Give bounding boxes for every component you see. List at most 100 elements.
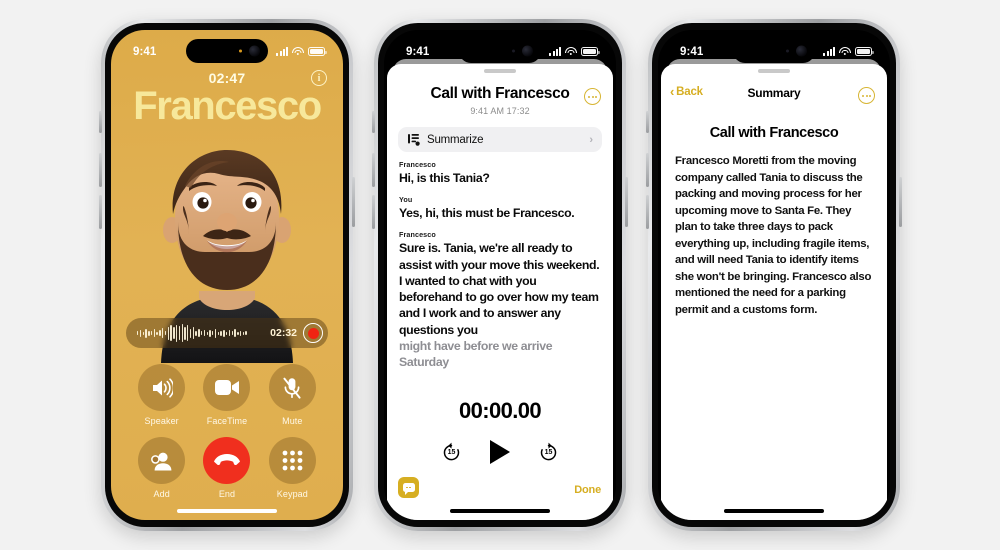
page-title: Call with Francesco	[430, 85, 570, 102]
transcript-text: Yes, hi, this must be Francesco.	[399, 206, 575, 221]
volume-down-button[interactable]	[99, 195, 102, 229]
dynamic-island	[186, 39, 268, 63]
phone-device-transcript: 9:41 Call with Francesco 9:41 AM 17:32 S…	[372, 19, 628, 531]
volume-down-button[interactable]	[372, 195, 375, 229]
add-call-button[interactable]: Add	[129, 437, 194, 499]
battery-icon	[855, 47, 874, 56]
sheet-drag-handle[interactable]	[758, 69, 790, 73]
home-indicator[interactable]	[724, 509, 824, 513]
facetime-button[interactable]: FaceTime	[194, 364, 259, 426]
more-ellipsis-icon[interactable]	[584, 88, 601, 105]
volume-down-button[interactable]	[646, 195, 649, 229]
play-icon[interactable]	[490, 440, 510, 464]
dynamic-island	[733, 39, 815, 63]
wifi-icon	[292, 47, 304, 56]
screenshot-root: 9:41 02:47 Francesco i 02:32 Speaker Fac…	[0, 0, 1000, 550]
volume-up-button[interactable]	[646, 153, 649, 187]
silent-switch[interactable]	[646, 111, 649, 133]
transcript-text-faded: might have before we arrive Saturday	[399, 338, 553, 369]
volume-up-button[interactable]	[372, 153, 375, 187]
call-meta: 9:41 AM 17:32	[470, 106, 530, 116]
add-label: Add	[153, 489, 170, 499]
video-camera-icon	[203, 364, 251, 411]
speaker-name: Francesco	[399, 160, 436, 169]
add-call-icon	[138, 437, 186, 484]
record-button[interactable]	[303, 323, 323, 343]
wifi-icon	[565, 47, 577, 56]
status-time: 9:41	[406, 45, 430, 58]
chat-bubble-shape	[402, 483, 415, 495]
silent-switch[interactable]	[99, 111, 102, 133]
chevron-left-icon: ‹	[670, 84, 675, 99]
home-indicator[interactable]	[450, 509, 550, 513]
done-button[interactable]: Done	[574, 484, 601, 496]
front-camera-icon	[249, 45, 260, 57]
silent-switch[interactable]	[372, 111, 375, 133]
player-controls: 15 15	[387, 440, 613, 464]
transcript-list: Francesco Hi, is this Tania? You Yes, hi…	[387, 152, 613, 370]
transcript-entry: You Yes, hi, this must be Francesco.	[399, 195, 601, 221]
status-indicators	[549, 47, 600, 56]
back-label: Back	[676, 85, 703, 98]
keypad-icon	[268, 437, 316, 484]
end-call-icon	[203, 437, 251, 484]
speaker-label: Speaker	[144, 416, 179, 426]
navigation-bar: ‹ Back Summary	[661, 83, 887, 109]
volume-up-button[interactable]	[99, 153, 102, 187]
cellular-signal-icon	[276, 47, 288, 56]
indicator-dot	[786, 49, 789, 53]
phone-device-summary: 9:41 ‹ Back Summary Call with Francesco …	[646, 19, 902, 531]
call-controls: Speaker FaceTime Mute Add End Keypad	[129, 364, 325, 499]
summarize-button[interactable]: Summarize ›	[398, 127, 602, 152]
playback-time: 00:00.00	[458, 398, 542, 423]
phone-device-in-call: 9:41 02:47 Francesco i 02:32 Speaker Fac…	[99, 19, 355, 531]
battery-icon	[581, 47, 600, 56]
summarize-label: Summarize	[427, 133, 484, 146]
front-camera-icon	[796, 45, 807, 57]
power-button[interactable]	[625, 177, 628, 227]
dynamic-island	[459, 39, 541, 63]
screen-summary: 9:41 ‹ Back Summary Call with Francesco …	[658, 30, 890, 520]
mute-label: Mute	[282, 416, 303, 426]
power-button[interactable]	[352, 177, 355, 227]
power-button[interactable]	[899, 177, 902, 227]
wifi-icon	[839, 47, 851, 56]
document-summary-icon	[408, 134, 420, 146]
status-time: 9:41	[680, 45, 704, 58]
phone-bezel: 9:41 02:47 Francesco i 02:32 Speaker Fac…	[105, 23, 349, 527]
skip-forward-15-icon[interactable]: 15	[538, 442, 559, 463]
screen-in-call: 9:41 02:47 Francesco i 02:32 Speaker Fac…	[111, 30, 343, 520]
cellular-signal-icon	[549, 47, 561, 56]
speaker-icon	[138, 364, 186, 411]
caller-name: Francesco	[133, 84, 322, 128]
recording-bar[interactable]: 02:32	[126, 318, 328, 348]
home-indicator[interactable]	[177, 509, 277, 513]
transcript-text: Hi, is this Tania?	[399, 171, 490, 185]
phone-bezel: 9:41 ‹ Back Summary Call with Francesco …	[652, 23, 896, 527]
chat-bubble-icon[interactable]	[398, 477, 419, 498]
end-call-button[interactable]: End	[194, 437, 259, 499]
speaker-name: Francesco	[399, 230, 436, 240]
sheet-drag-handle[interactable]	[484, 69, 516, 73]
transcript-sheet: Call with Francesco 9:41 AM 17:32 Summar…	[387, 64, 613, 520]
end-label: End	[218, 489, 236, 499]
speaker-button[interactable]: Speaker	[129, 364, 194, 426]
back-button[interactable]: ‹ Back	[670, 85, 703, 98]
skip-back-15-icon[interactable]: 15	[441, 442, 462, 463]
screen-transcript: 9:41 Call with Francesco 9:41 AM 17:32 S…	[384, 30, 616, 520]
phone-bezel: 9:41 Call with Francesco 9:41 AM 17:32 S…	[378, 23, 622, 527]
skip-back-amount: 15	[447, 449, 456, 457]
keypad-button[interactable]: Keypad	[260, 437, 325, 499]
audio-waveform-icon	[137, 324, 264, 342]
status-time: 9:41	[133, 45, 157, 58]
status-indicators	[823, 47, 874, 56]
mute-button[interactable]: Mute	[260, 364, 325, 426]
cellular-signal-icon	[823, 47, 835, 56]
facetime-label: FaceTime	[206, 416, 248, 426]
speaker-name: You	[399, 195, 413, 205]
info-icon[interactable]: i	[311, 70, 327, 86]
more-ellipsis-icon[interactable]	[858, 87, 875, 104]
battery-icon	[308, 47, 327, 56]
summary-sheet: ‹ Back Summary Call with Francesco Franc…	[661, 64, 887, 520]
summary-body: Francesco Moretti from the moving compan…	[675, 155, 872, 316]
